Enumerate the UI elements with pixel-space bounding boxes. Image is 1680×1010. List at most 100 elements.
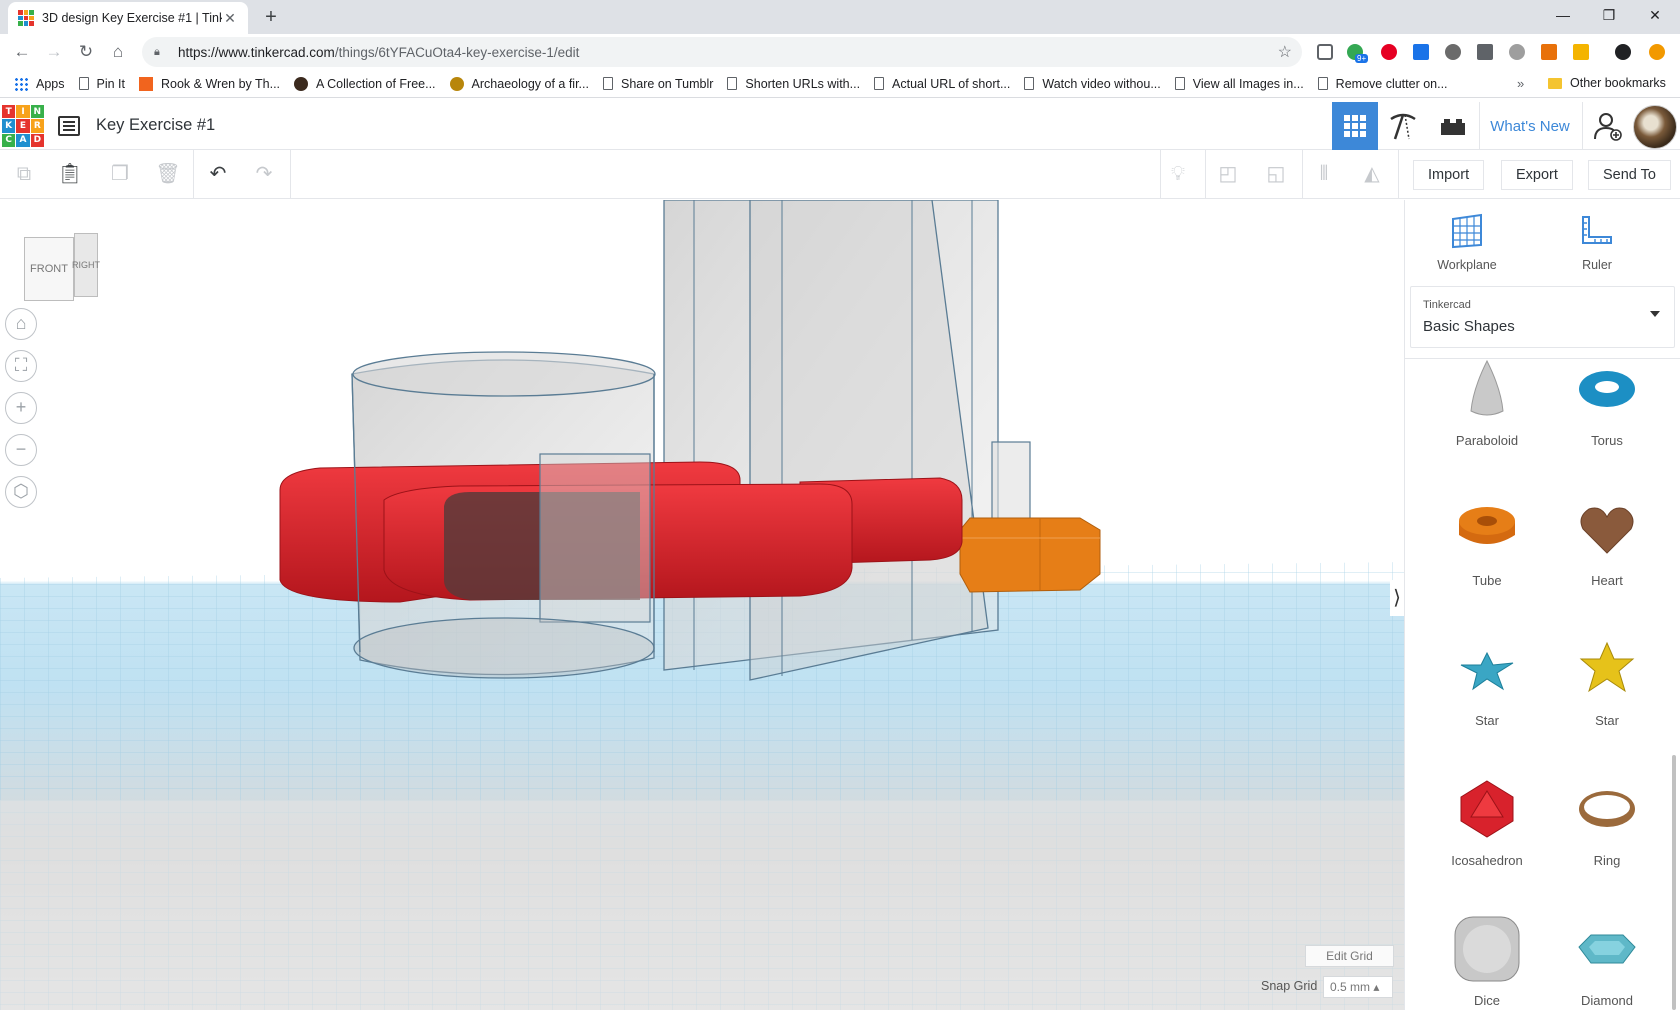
edit-grid-button[interactable]: Edit Grid	[1305, 945, 1394, 967]
profile-ext-icon[interactable]	[1615, 44, 1631, 60]
zoom-out-icon[interactable]: −	[5, 434, 37, 466]
invite-user-button[interactable]	[1586, 102, 1630, 150]
shape-star-blue[interactable]: Star	[1427, 639, 1547, 728]
view-cube[interactable]: FRONT RIGHT	[24, 233, 100, 303]
bookmark-archaeology[interactable]: Archaeology of a fir...	[449, 76, 589, 91]
shape-dice[interactable]: Dice	[1427, 916, 1547, 1008]
shape-diamond[interactable]: Diamond	[1547, 919, 1667, 1008]
send-to-button[interactable]: Send To	[1588, 160, 1671, 190]
view-cube-front[interactable]: FRONT	[24, 237, 74, 301]
lock-icon: 🔒︎	[154, 45, 160, 58]
bookmark-actual-url[interactable]: Actual URL of short...	[874, 77, 1010, 91]
ruler-tool[interactable]: Ruler	[1552, 212, 1642, 272]
bookmark-shorten[interactable]: Shorten URLs with...	[727, 77, 860, 91]
redo-icon[interactable]: ↷	[248, 158, 280, 190]
designs-list-icon[interactable]	[58, 116, 80, 136]
3d-workspace[interactable]: FRONT RIGHT ⌂ ⛶ + − ⬡ ⟩ Edit Grid Snap G…	[0, 200, 1404, 1010]
shape-star-yellow[interactable]: Star	[1547, 639, 1667, 728]
design-title[interactable]: Key Exercise #1	[96, 116, 215, 135]
c-ext-icon[interactable]	[1477, 44, 1493, 60]
workplane-tool[interactable]: Workplane	[1422, 212, 1512, 272]
vimeo-ext-icon[interactable]	[1413, 44, 1429, 60]
star-blue-icon	[1460, 651, 1514, 691]
copy-icon[interactable]: ⧉	[8, 158, 40, 190]
align-icon[interactable]: ⫴	[1308, 158, 1340, 190]
shape-torus[interactable]: Torus	[1547, 359, 1667, 448]
perspective-icon[interactable]: ⬡	[5, 476, 37, 508]
diamond-icon	[1578, 934, 1636, 964]
snap-grid-select[interactable]: 0.5 mm ▴	[1323, 976, 1393, 998]
url-path: /things/6tYFACuOta4-key-exercise-1/edit	[334, 44, 580, 60]
whats-new-link[interactable]: What's New	[1480, 102, 1580, 150]
back-icon[interactable]: ←	[8, 38, 36, 66]
bookmark-apps[interactable]: Apps	[14, 76, 65, 91]
bookmark-collection[interactable]: A Collection of Free...	[294, 76, 436, 91]
torus-icon	[1579, 371, 1635, 407]
undo-icon[interactable]: ↶	[202, 158, 234, 190]
shape-icosahedron[interactable]: Icosahedron	[1427, 779, 1547, 868]
forward-icon[interactable]: →	[40, 38, 68, 66]
home-view-icon[interactable]: ⌂	[5, 308, 37, 340]
shape-label: Heart	[1591, 573, 1623, 588]
lightbulb-icon[interactable]: 💡︎	[1162, 158, 1194, 190]
bricks-view-button[interactable]	[1428, 102, 1478, 150]
shape-tube[interactable]: Tube	[1427, 499, 1547, 588]
small-cylinder-hole[interactable]	[991, 441, 1031, 523]
bookmark-watch-video[interactable]: Watch video withou...	[1024, 77, 1161, 91]
minimize-icon[interactable]: —	[1540, 0, 1586, 32]
mirror-icon[interactable]: ◭	[1356, 158, 1388, 190]
other-bookmarks[interactable]: Other bookmarks	[1548, 76, 1666, 90]
circle-ext-icon[interactable]	[1509, 44, 1525, 60]
user-avatar[interactable]	[1633, 105, 1677, 149]
fox-ext-icon[interactable]	[1541, 44, 1557, 60]
bookmark-pin-it[interactable]: Pin It	[78, 77, 125, 91]
alert-ext-icon[interactable]	[1649, 44, 1665, 60]
address-bar[interactable]: 🔒︎ https://www.tinkercad.com/things/6tYF…	[142, 37, 1302, 67]
page-icon	[1174, 77, 1185, 90]
panel-scrollbar[interactable]	[1672, 755, 1676, 1010]
reload-icon[interactable]: ↻	[72, 38, 100, 66]
shape-ring[interactable]: Ring	[1547, 779, 1667, 868]
page-icon	[602, 77, 613, 90]
blocks-view-button[interactable]	[1378, 102, 1428, 150]
restore-icon[interactable]: ❐	[1586, 0, 1632, 32]
bookmarks-bar: Apps Pin It Rook & Wren by Th... A Colle…	[0, 70, 1680, 98]
workplane-scene[interactable]	[0, 200, 1404, 1010]
3d-view-button[interactable]	[1332, 102, 1378, 150]
new-tab-button[interactable]: +	[258, 4, 284, 30]
import-button[interactable]: Import	[1413, 160, 1485, 190]
export-button[interactable]: Export	[1501, 160, 1573, 190]
bookmark-star-icon[interactable]: ☆	[1278, 42, 1292, 62]
bookmark-rook-wren[interactable]: Rook & Wren by Th...	[139, 76, 280, 91]
bookmark-view-images[interactable]: View all Images in...	[1174, 77, 1304, 91]
pinterest-ext-icon[interactable]	[1381, 44, 1397, 60]
window-close-icon[interactable]: ✕	[1632, 0, 1678, 32]
bookmarks-overflow-button[interactable]: »	[1517, 76, 1524, 91]
group-icon[interactable]: ◰	[1212, 158, 1244, 190]
tab-close-icon[interactable]: ✕	[222, 10, 238, 27]
paste-icon[interactable]: 📋︎	[54, 158, 86, 190]
zoom-in-icon[interactable]: +	[5, 392, 37, 424]
view-cube-right[interactable]: RIGHT	[72, 233, 100, 297]
duplicate-icon[interactable]: ❐	[104, 158, 136, 190]
browser-tab[interactable]: 3D design Key Exercise #1 | Tinke ✕	[8, 2, 248, 34]
shape-label: Paraboloid	[1455, 433, 1519, 448]
pocket-icon[interactable]	[1317, 44, 1333, 60]
inner-cylinder-hole[interactable]	[539, 453, 651, 623]
edit-toolbar: ⧉ 📋︎ ❐ 🗑︎ ↶ ↷ 💡︎ ◰ ◱ ⫴ ◭ Import Export S…	[0, 150, 1680, 199]
shape-paraboloid[interactable]: Paraboloid	[1427, 359, 1547, 448]
settings-ext-icon[interactable]	[1445, 44, 1461, 60]
shape-library-select[interactable]: Tinkercad Basic Shapes	[1410, 286, 1675, 348]
bookmark-tumblr[interactable]: Share on Tumblr	[602, 77, 713, 91]
ungroup-icon[interactable]: ◱	[1260, 158, 1292, 190]
tinkercad-logo[interactable]: TIN KER CAD	[2, 105, 44, 147]
collapse-panel-icon[interactable]: ⟩	[1390, 580, 1404, 616]
orange-hex-shape[interactable]	[959, 517, 1101, 593]
delete-icon[interactable]: 🗑︎	[152, 158, 184, 190]
bookmark-remove-clutter[interactable]: Remove clutter on...	[1317, 77, 1448, 91]
fit-view-icon[interactable]: ⛶	[5, 350, 37, 382]
acrobat-ext-icon[interactable]	[1573, 44, 1589, 60]
shape-heart[interactable]: Heart	[1547, 499, 1667, 588]
tinkercad-favicon-icon	[18, 10, 34, 26]
home-icon[interactable]: ⌂	[104, 38, 132, 66]
